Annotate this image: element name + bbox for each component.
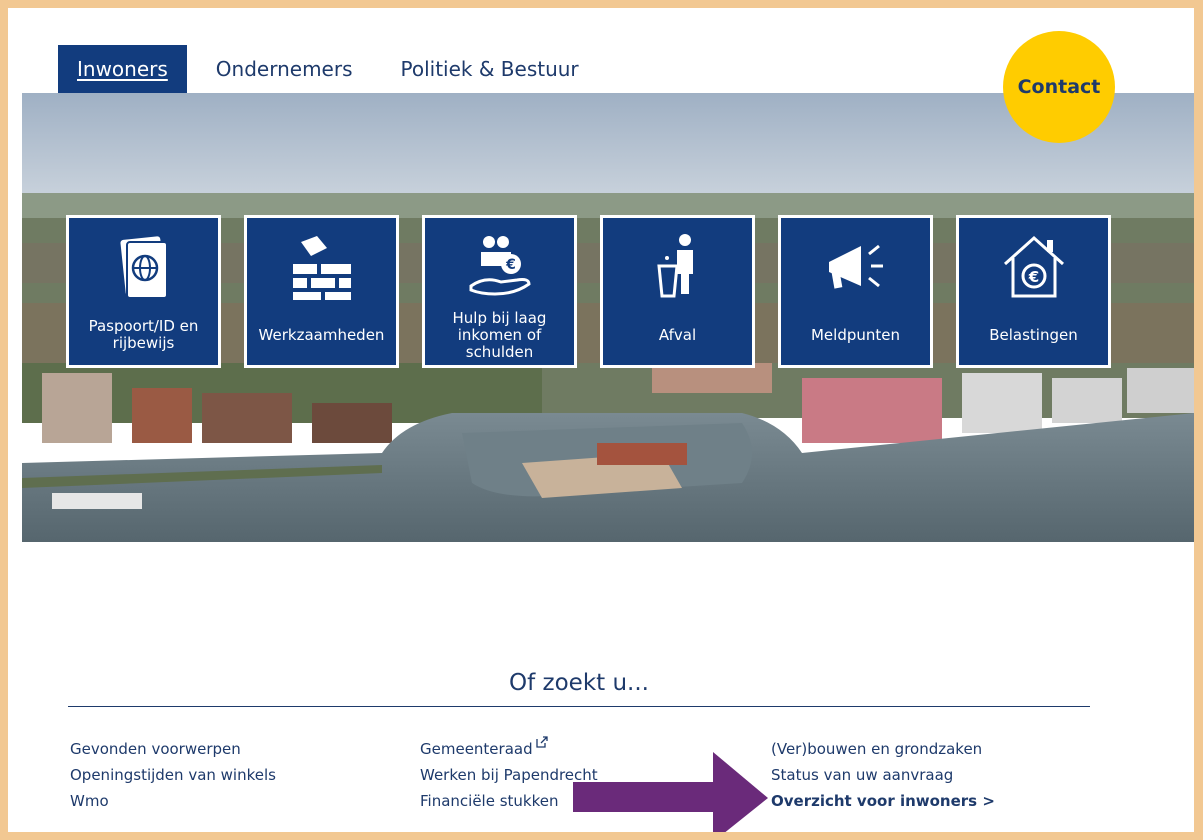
megaphone-icon: [781, 232, 930, 302]
svg-text:€: €: [1027, 268, 1038, 286]
financial-help-icon: €: [425, 232, 574, 302]
tile-label: Paspoort/ID en rijbewijs: [88, 317, 199, 352]
link-status-aanvraag[interactable]: Status van uw aanvraag: [771, 762, 995, 788]
waste-icon: [603, 232, 752, 302]
house-euro-icon: €: [959, 232, 1108, 302]
tile-label: Werkzaamheden: [258, 325, 385, 344]
tile-label: Belastingen: [989, 325, 1078, 344]
tile-belastingen[interactable]: € Belastingen: [956, 215, 1111, 368]
annotation-arrow-icon: [573, 752, 768, 832]
tile-afval[interactable]: Afval: [600, 215, 755, 368]
of-zoekt-heading: Of zoekt u...: [509, 670, 649, 696]
link-openingstijden[interactable]: Openingstijden van winkels: [70, 762, 276, 788]
tile-label: Afval: [658, 325, 697, 344]
construction-icon: [247, 232, 396, 302]
link-wmo[interactable]: Wmo: [70, 788, 276, 814]
link-financiele-stukken[interactable]: Financiële stukken: [420, 788, 598, 814]
tile-meldpunten[interactable]: Meldpunten: [778, 215, 933, 368]
tab-ondernemers[interactable]: Ondernemers: [197, 45, 372, 93]
quicklinks-column-2: Gemeenteraad Werken bij Papendrecht Fina…: [420, 736, 598, 814]
tile-werkzaamheden[interactable]: Werkzaamheden: [244, 215, 399, 368]
tab-politiek-bestuur[interactable]: Politiek & Bestuur: [382, 45, 598, 93]
hero-banner: Paspoort/ID en rijbewijs Werkzaamheden €…: [22, 93, 1194, 542]
tile-label: Hulp bij laag inkomen of schulden: [452, 308, 547, 361]
external-link-icon: [535, 736, 548, 748]
passport-icon: [69, 232, 218, 302]
link-verbouwen[interactable]: (Ver)bouwen en grondzaken: [771, 736, 995, 762]
link-gevonden-voorwerpen[interactable]: Gevonden voorwerpen: [70, 736, 276, 762]
contact-button[interactable]: Contact: [1003, 31, 1115, 143]
tab-inwoners[interactable]: Inwoners: [58, 45, 187, 93]
quicklinks-column-1: Gevonden voorwerpen Openingstijden van w…: [70, 736, 276, 814]
link-werken-bij[interactable]: Werken bij Papendrecht: [420, 762, 598, 788]
tile-hulp[interactable]: € Hulp bij laag inkomen of schulden: [422, 215, 577, 368]
page: Inwoners Ondernemers Politiek & Bestuur …: [8, 8, 1194, 832]
link-overzicht-inwoners[interactable]: Overzicht voor inwoners >: [771, 788, 995, 814]
tile-paspoort[interactable]: Paspoort/ID en rijbewijs: [66, 215, 221, 368]
link-gemeenteraad[interactable]: Gemeenteraad: [420, 736, 598, 762]
quicklinks-column-3: (Ver)bouwen en grondzaken Status van uw …: [771, 736, 995, 814]
divider: [68, 706, 1090, 707]
link-gemeenteraad-label: Gemeenteraad: [420, 740, 533, 758]
svg-text:€: €: [505, 257, 516, 273]
tile-label: Meldpunten: [810, 325, 900, 344]
